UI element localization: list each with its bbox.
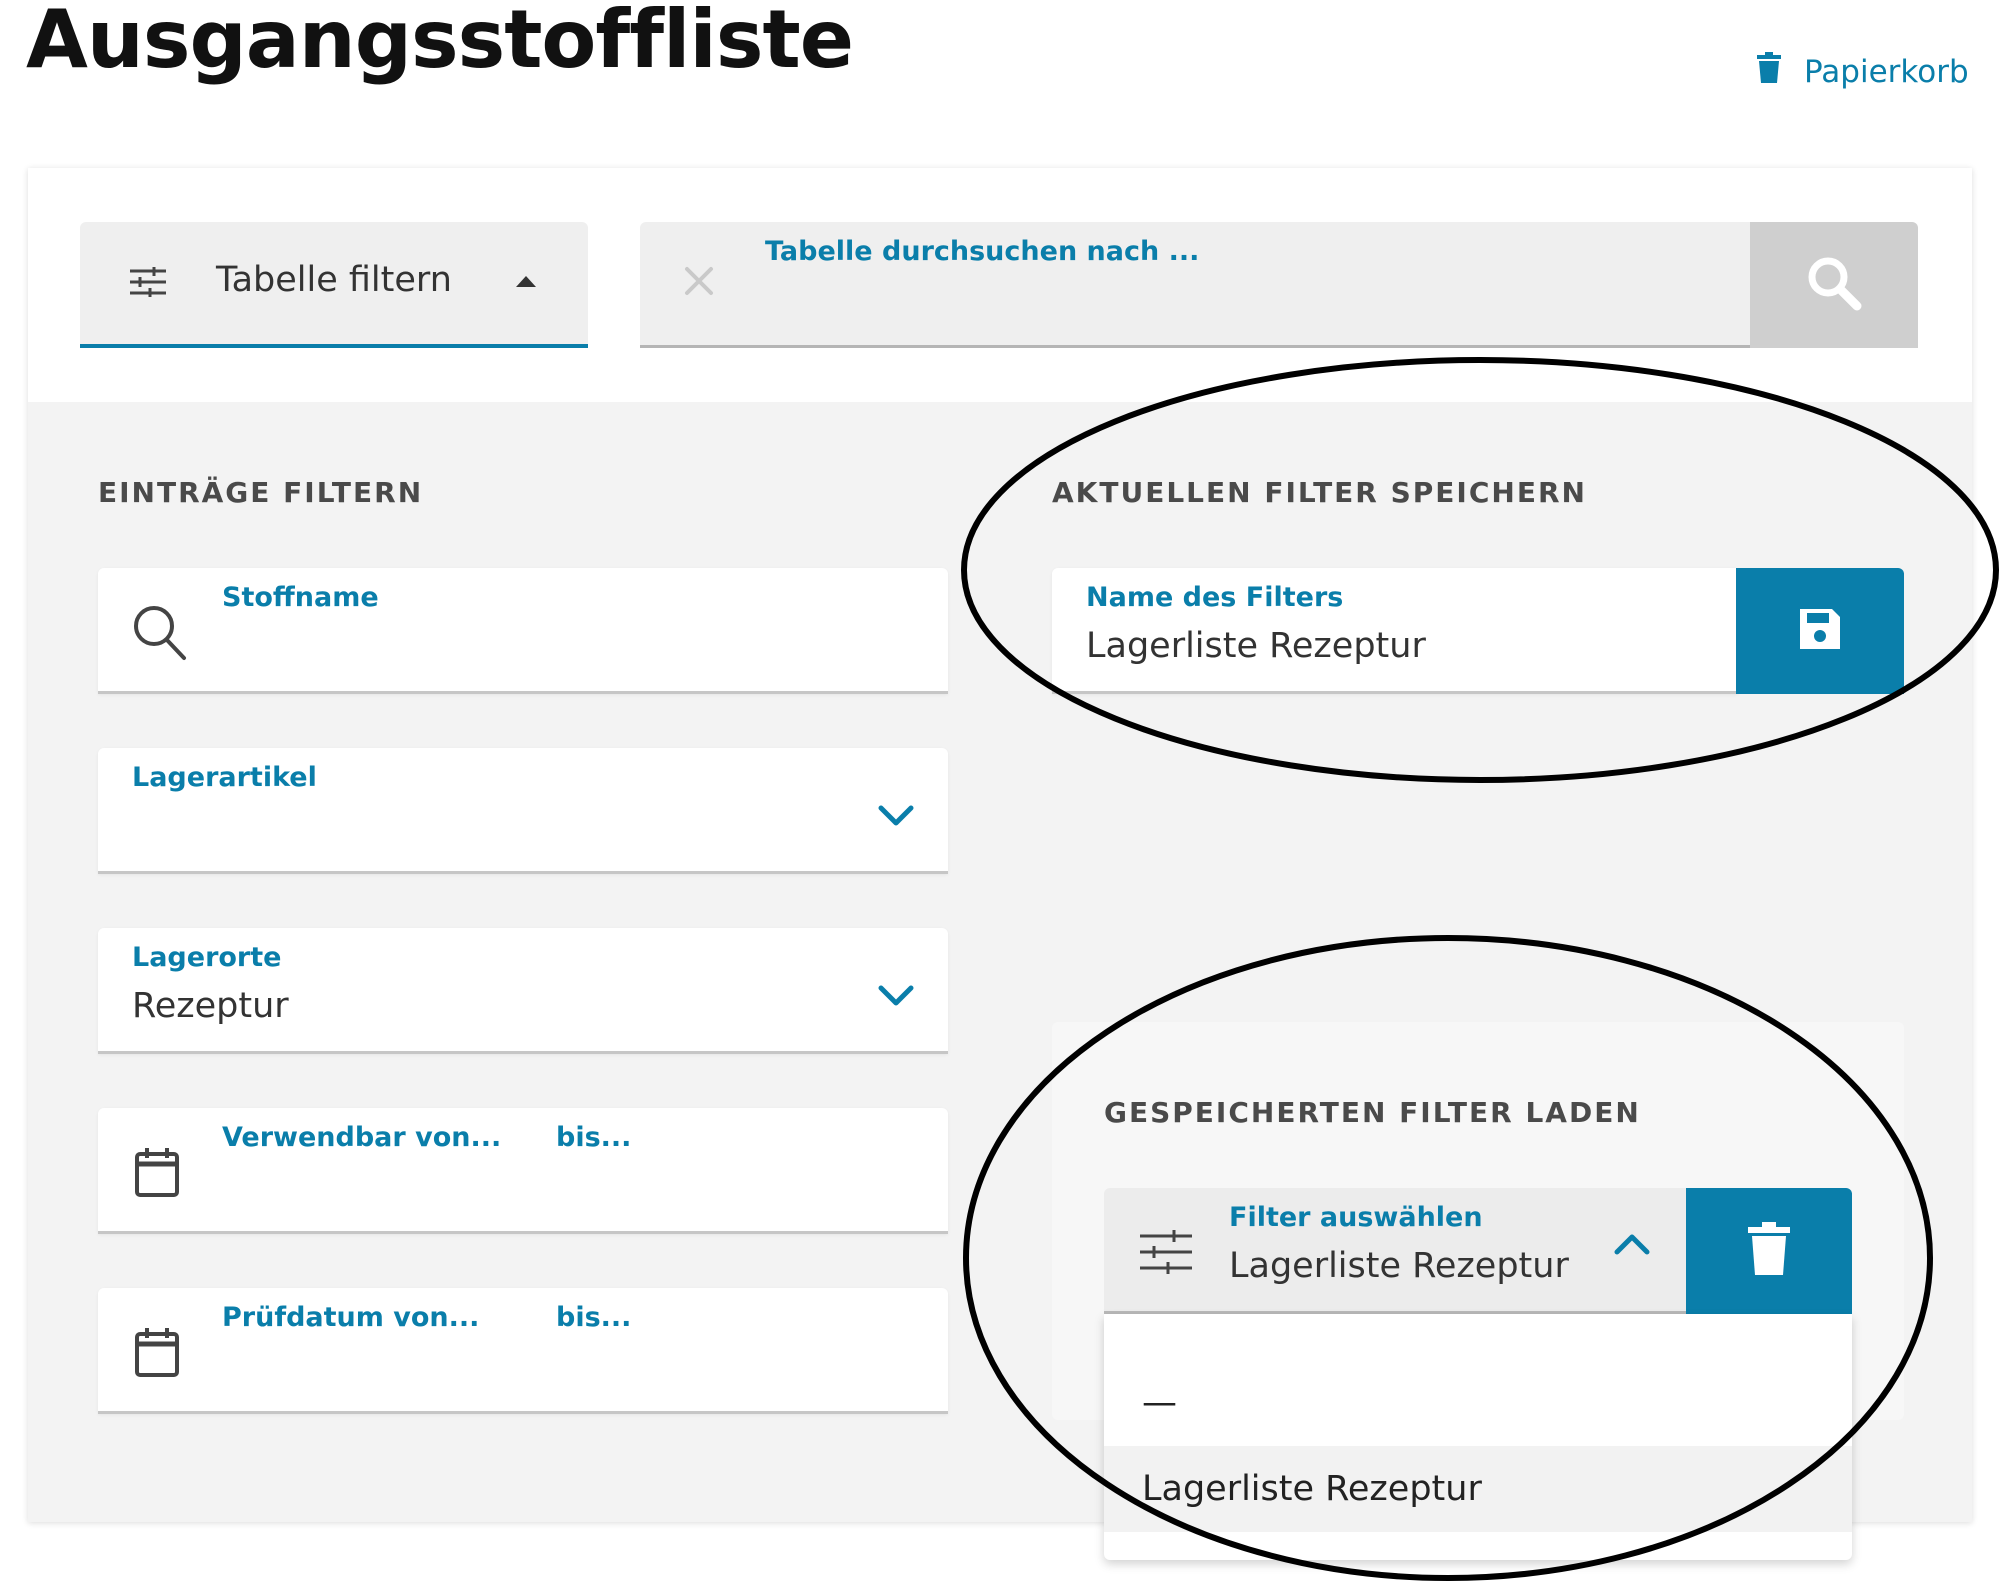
filter-option-none[interactable]: — (1104, 1360, 1852, 1446)
table-filter-toggle[interactable]: Tabelle filtern (80, 222, 588, 348)
chevron-down-icon (878, 984, 914, 1012)
chevron-down-icon (878, 804, 914, 832)
save-filter-button[interactable] (1736, 568, 1904, 694)
caret-up-icon (516, 276, 536, 287)
usable-date-range[interactable]: Verwendbar von... bis... (98, 1108, 948, 1234)
search-icon (1805, 254, 1863, 316)
delete-filter-button[interactable] (1686, 1188, 1852, 1314)
storage-location-label: Lagerorte (132, 942, 282, 973)
page-title: Ausgangsstoffliste (26, 0, 854, 86)
stock-item-select[interactable]: Lagerartikel (98, 748, 948, 874)
floppy-disk-icon (1796, 605, 1844, 657)
calendar-icon (134, 1146, 180, 1202)
usable-to-label: bis... (556, 1122, 632, 1153)
filter-options-dropdown: — Lagerliste Rezeptur (1104, 1314, 1852, 1560)
load-filter-heading: GESPEICHERTEN FILTER LADEN (1104, 1096, 1641, 1129)
clear-icon[interactable] (682, 264, 716, 302)
trash-icon (1756, 52, 1782, 92)
table-search-label: Tabelle durchsuchen nach ... (765, 236, 1200, 267)
table-filter-label: Tabelle filtern (216, 260, 452, 300)
filter-select-value: Lagerliste Rezeptur (1229, 1246, 1569, 1286)
substance-name-input[interactable] (222, 624, 906, 676)
trash-link[interactable]: Papierkorb (1756, 52, 1969, 92)
filter-option-lagerliste-rezeptur[interactable]: Lagerliste Rezeptur (1104, 1446, 1852, 1532)
storage-location-select[interactable]: Lagerorte Rezeptur (98, 928, 948, 1054)
test-date-range[interactable]: Prüfdatum von... bis... (98, 1288, 948, 1414)
filter-name-field[interactable]: Name des Filters Lagerliste Rezeptur (1052, 568, 1738, 694)
substance-name-label: Stoffname (222, 582, 379, 613)
usable-from-label: Verwendbar von... (222, 1122, 502, 1153)
sliders-icon (1140, 1230, 1192, 1278)
storage-location-value: Rezeptur (132, 986, 289, 1026)
filter-name-value[interactable]: Lagerliste Rezeptur (1086, 626, 1426, 666)
calendar-icon (134, 1326, 180, 1382)
table-search-input[interactable] (765, 278, 1769, 330)
substance-name-field[interactable]: Stoffname (98, 568, 948, 694)
stock-item-label: Lagerartikel (132, 762, 317, 793)
table-search-field[interactable]: Tabelle durchsuchen nach ... (640, 222, 1918, 348)
filter-select[interactable]: Filter auswählen Lagerliste Rezeptur (1104, 1188, 1686, 1314)
test-from-label: Prüfdatum von... (222, 1302, 480, 1333)
sliders-icon (130, 267, 166, 301)
search-icon (132, 604, 188, 666)
search-button[interactable] (1750, 222, 1918, 348)
filter-select-label: Filter auswählen (1229, 1202, 1483, 1233)
trash-icon (1747, 1222, 1791, 1280)
save-filter-heading: AKTUELLEN FILTER SPEICHERN (1052, 476, 1587, 509)
filter-name-label: Name des Filters (1086, 582, 1344, 613)
trash-label: Papierkorb (1804, 54, 1969, 90)
test-to-label: bis... (556, 1302, 632, 1333)
chevron-up-icon (1614, 1232, 1650, 1260)
entries-filter-heading: EINTRÄGE FILTERN (98, 476, 424, 509)
